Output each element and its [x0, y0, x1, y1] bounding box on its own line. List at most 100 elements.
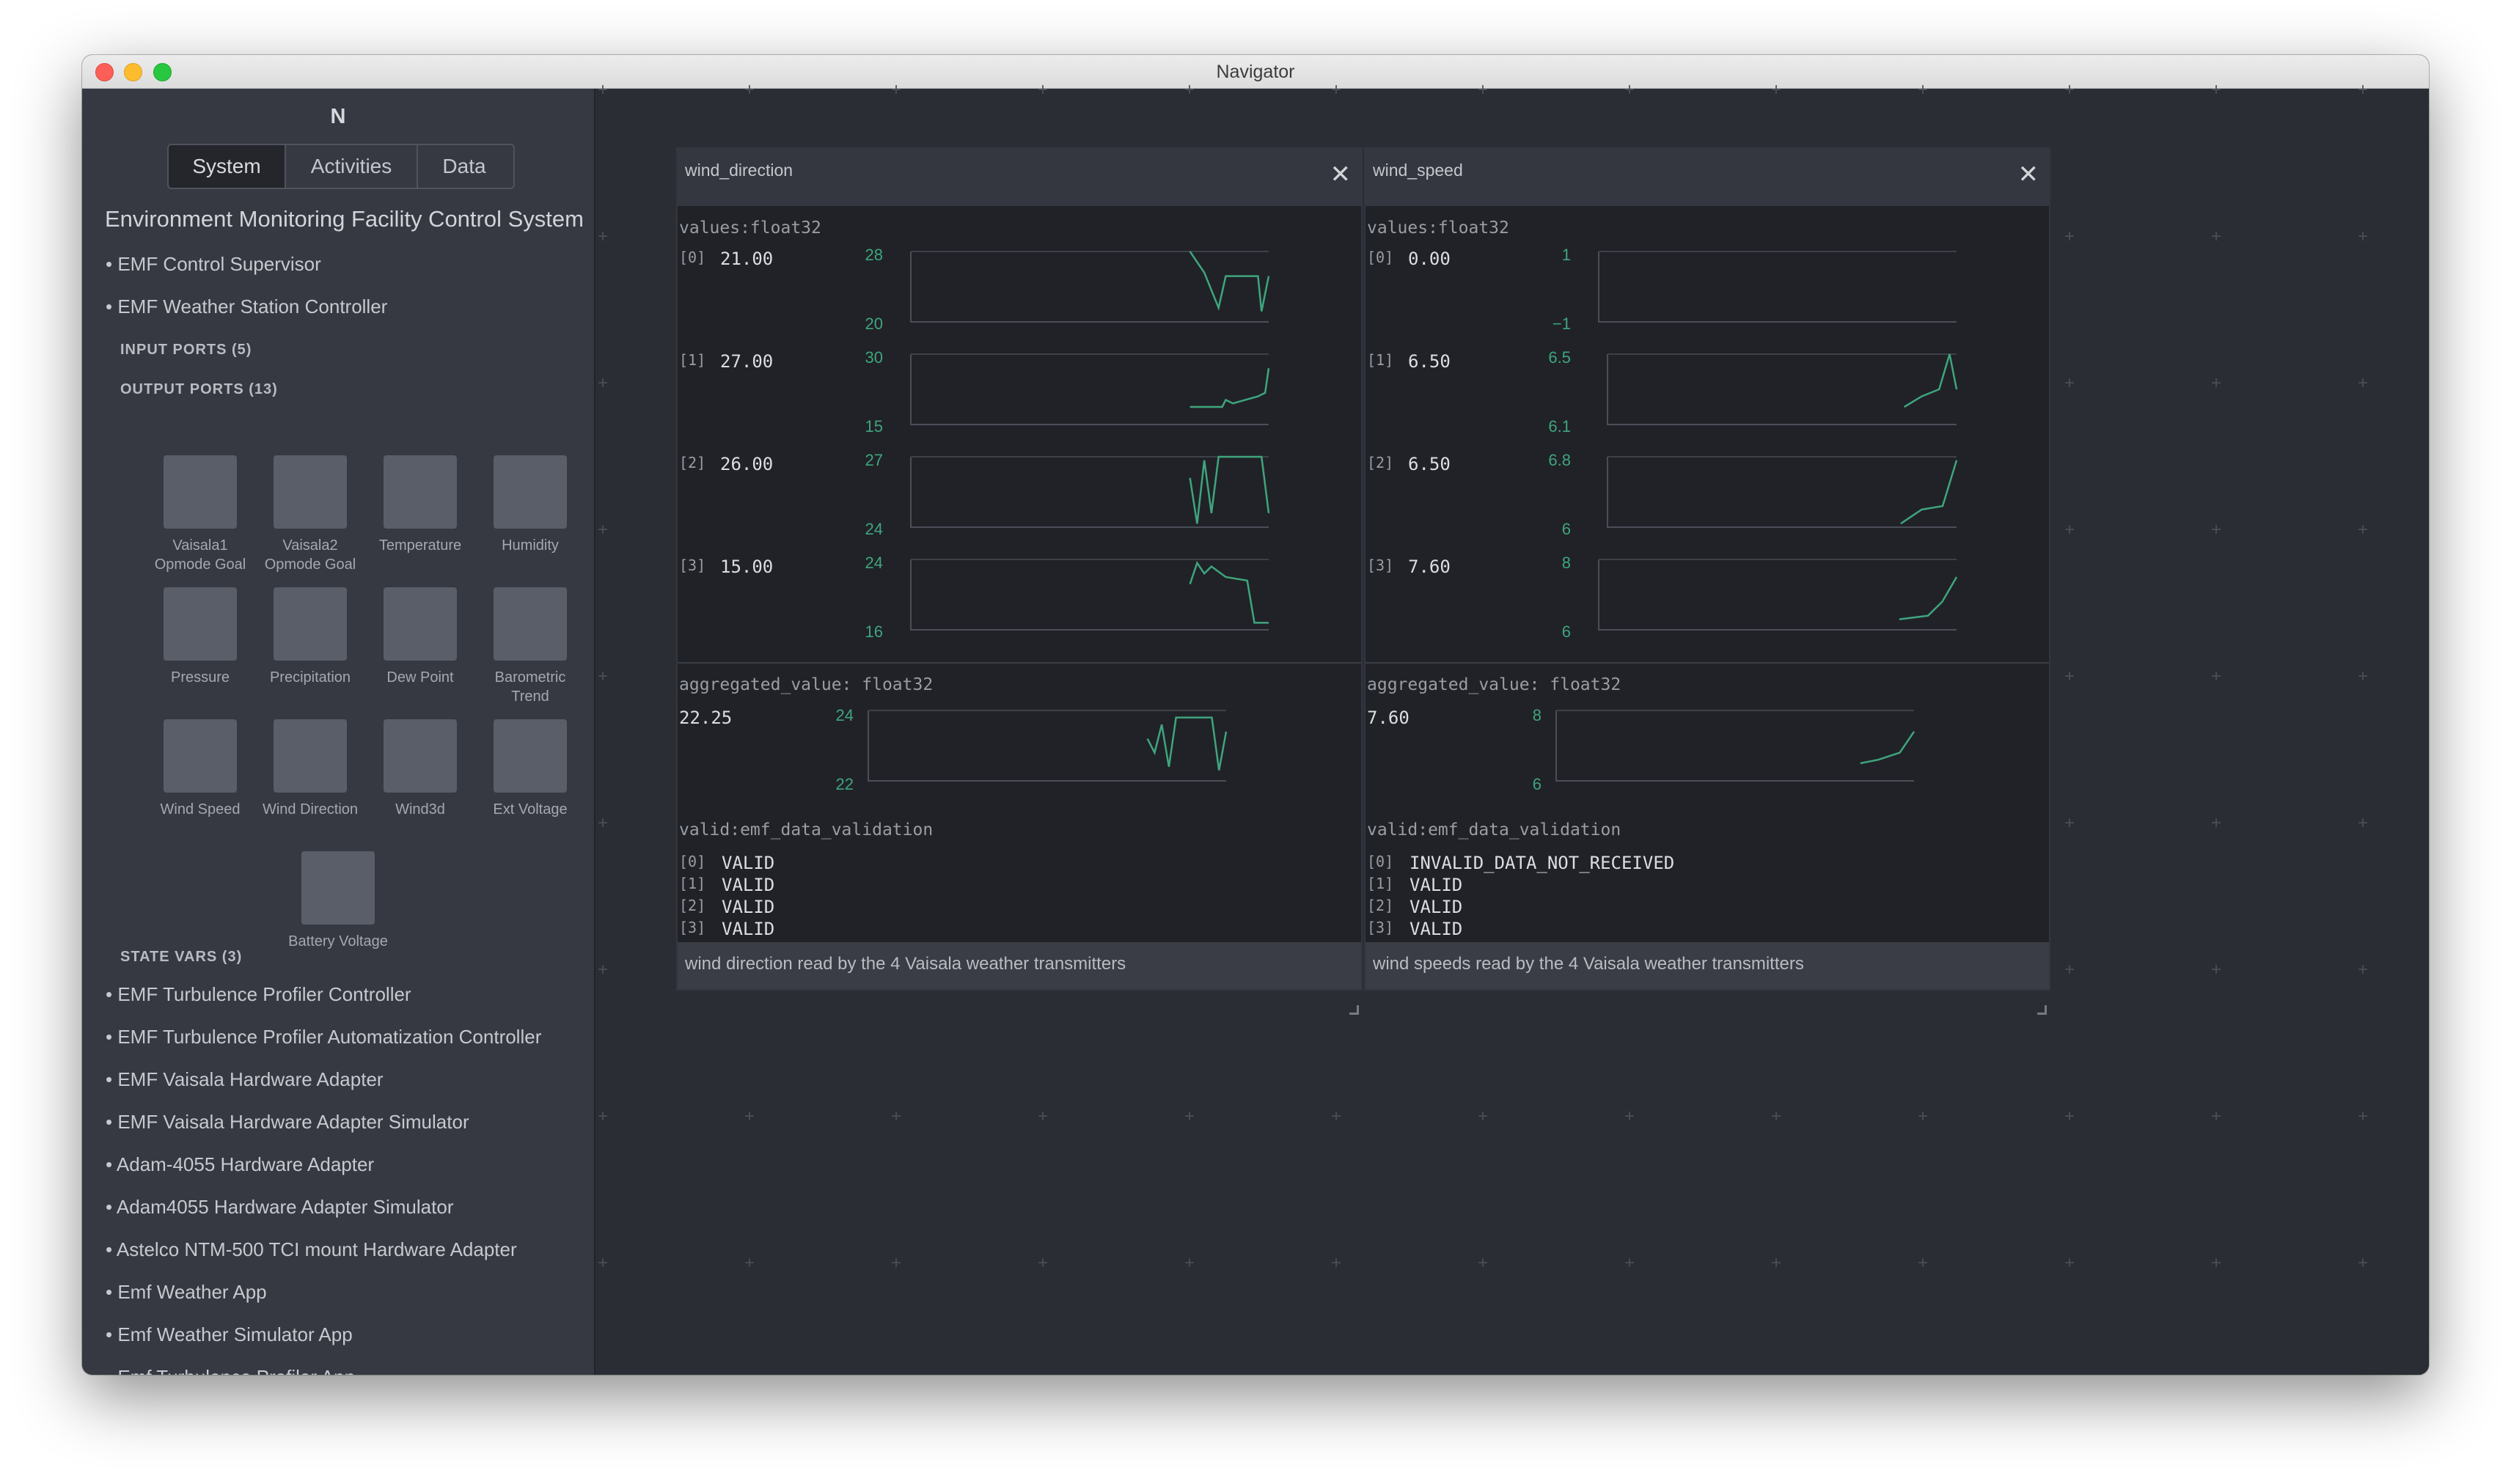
- data-panel[interactable]: wind_speed ✕ values:float32 [0] 0.00 1 −1 [1] 6.…: [1364, 147, 2050, 991]
- valid-status: INVALID_DATA_NOT_RECEIVED: [1410, 853, 1675, 873]
- valid-type-label: valid:emf_data_validation: [1367, 820, 1621, 840]
- value-reading: 7.60: [1408, 556, 1451, 577]
- resize-handle[interactable]: [2037, 1005, 2047, 1015]
- tab-system[interactable]: System: [169, 145, 286, 188]
- grid-marker: +: [1330, 80, 1342, 100]
- output-port-tile[interactable]: Ext Voltage: [475, 719, 585, 819]
- valid-status: VALID: [1410, 919, 1463, 939]
- section-divider: [1366, 662, 2049, 664]
- grid-marker: +: [1917, 80, 1929, 100]
- output-port-tile[interactable]: Wind Speed: [145, 719, 255, 819]
- component-item[interactable]: • EMF Control Supervisor: [106, 253, 321, 276]
- y-min-tick: 22: [835, 775, 854, 793]
- y-max-tick: 6.5: [1548, 348, 1571, 367]
- grid-marker: +: [2357, 1253, 2369, 1273]
- sparkline-series: [1189, 368, 1270, 408]
- values-type-label: values:float32: [679, 218, 821, 238]
- component-item[interactable]: • EMF Turbulence Profiler Controller: [106, 983, 411, 1006]
- tab-data[interactable]: Data: [418, 145, 510, 188]
- grid-marker: +: [1184, 1106, 1195, 1126]
- sparkline-chart: [868, 710, 1228, 782]
- value-index: [0]: [679, 249, 706, 266]
- grid-marker: +: [1770, 1106, 1782, 1126]
- component-item[interactable]: • Emf Weather App: [106, 1281, 267, 1304]
- y-max-tick: 24: [865, 554, 883, 572]
- output-port-tile[interactable]: Vaisala2 Opmode Goal: [255, 455, 365, 574]
- value-index: [3]: [679, 556, 706, 574]
- y-max-tick: 8: [1532, 706, 1542, 724]
- grid-marker: +: [2357, 666, 2369, 686]
- grid-marker: +: [2064, 666, 2075, 686]
- output-port-tile[interactable]: Pressure: [145, 587, 255, 687]
- output-port-tile[interactable]: Barometric Trend: [475, 587, 585, 706]
- valid-status: VALID: [722, 875, 775, 895]
- grid-marker: +: [890, 1106, 902, 1126]
- value-reading: 6.50: [1408, 454, 1451, 474]
- grid-marker: +: [744, 80, 755, 100]
- sparkline-series: [1899, 576, 1958, 620]
- output-port-tile[interactable]: Humidity: [475, 455, 585, 555]
- port-label: Battery Voltage: [288, 933, 388, 949]
- output-port-tile[interactable]: Wind Direction: [255, 719, 365, 819]
- grid-marker: +: [2357, 1106, 2369, 1126]
- y-max-tick: 27: [865, 451, 883, 469]
- valid-type-label: valid:emf_data_validation: [679, 820, 934, 840]
- grid-marker: +: [2357, 960, 2369, 980]
- component-item[interactable]: • Emf Weather Simulator App: [106, 1323, 353, 1346]
- grid-marker: +: [2064, 1106, 2075, 1126]
- grid-marker: +: [1917, 1106, 1929, 1126]
- sparkline-axis: [910, 354, 1269, 425]
- input-ports-header[interactable]: INPUT PORTS (5): [120, 342, 252, 359]
- workspace-canvas[interactable]: + + + + + + + + + + + + + + + + + + + + + + + + + + + + + + + + + + + + + + + +…: [595, 81, 2429, 1375]
- port-label: Dew Point: [386, 669, 454, 686]
- close-icon[interactable]: ✕: [1330, 162, 1352, 187]
- grid-marker: +: [2064, 227, 2075, 246]
- resize-handle[interactable]: [1349, 1005, 1359, 1015]
- port-label: Pressure: [170, 669, 230, 686]
- sparkline-series: [1189, 455, 1270, 524]
- sparkline-axis: [1607, 354, 1957, 425]
- value-reading: 6.50: [1408, 351, 1451, 372]
- grid-marker: +: [2064, 373, 2075, 393]
- state-vars-header[interactable]: STATE VARS (3): [120, 949, 242, 966]
- app-logo: N: [330, 105, 346, 128]
- output-port-tile[interactable]: Temperature: [365, 455, 475, 555]
- sparkline-chart: [1598, 559, 1958, 631]
- grid-marker: +: [2064, 520, 2075, 540]
- y-min-tick: −1: [1552, 315, 1571, 333]
- port-icon: [384, 719, 457, 793]
- component-item[interactable]: • Adam4055 Hardware Adapter Simulator: [106, 1196, 453, 1219]
- output-port-tile[interactable]: Dew Point: [365, 587, 475, 687]
- panel-footer: wind speeds read by the 4 Vaisala weathe…: [1366, 942, 2049, 989]
- output-port-tile[interactable]: Precipitation: [255, 587, 365, 687]
- tab-activities[interactable]: Activities: [286, 145, 418, 188]
- valid-status: VALID: [722, 897, 775, 917]
- grid-marker: +: [2210, 666, 2222, 686]
- output-port-tile[interactable]: Wind3d: [365, 719, 475, 819]
- grid-marker: +: [1037, 1106, 1049, 1126]
- sidebar: N System Activities Data Environment Mon…: [82, 89, 595, 1375]
- port-icon: [384, 455, 457, 529]
- grid-marker: +: [1184, 80, 1195, 100]
- panel-header[interactable]: wind_speed ✕: [1366, 149, 2049, 206]
- output-port-tile[interactable]: Battery Voltage: [283, 851, 393, 951]
- component-item[interactable]: • EMF Vaisala Hardware Adapter Simulator: [106, 1111, 469, 1134]
- grid-marker: +: [2210, 960, 2222, 980]
- port-icon: [494, 455, 567, 529]
- port-label: Vaisala2 Opmode Goal: [264, 537, 356, 573]
- component-item[interactable]: • Emf Turbulence Profiler App: [106, 1366, 355, 1375]
- output-port-tile[interactable]: Vaisala1 Opmode Goal: [145, 455, 255, 574]
- component-item[interactable]: • EMF Vaisala Hardware Adapter: [106, 1068, 384, 1091]
- panel-title: wind_direction: [685, 161, 793, 180]
- port-icon: [301, 851, 375, 925]
- component-item[interactable]: • Astelco NTM-500 TCI mount Hardware Ada…: [106, 1238, 517, 1261]
- component-item[interactable]: • EMF Turbulence Profiler Automatization…: [106, 1026, 541, 1048]
- grid-marker: +: [1037, 80, 1049, 100]
- output-ports-header[interactable]: OUTPUT PORTS (13): [120, 381, 278, 398]
- data-panel[interactable]: wind_direction ✕ values:float32 [0] 21.00 28 2…: [676, 147, 1363, 991]
- component-item[interactable]: • Adam-4055 Hardware Adapter: [106, 1153, 374, 1176]
- component-item[interactable]: • EMF Weather Station Controller: [106, 295, 387, 318]
- valid-index: [1]: [679, 875, 706, 892]
- panel-header[interactable]: wind_direction ✕: [678, 149, 1361, 206]
- close-icon[interactable]: ✕: [2018, 162, 2039, 187]
